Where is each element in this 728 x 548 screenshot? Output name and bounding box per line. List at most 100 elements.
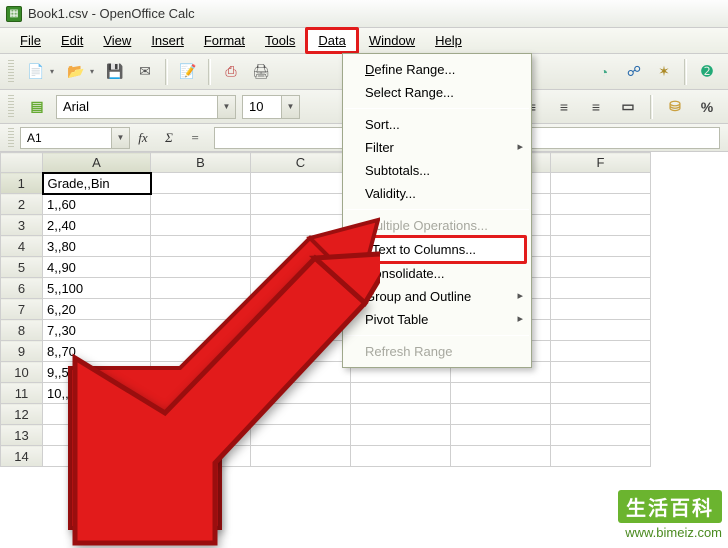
menu-view[interactable]: View <box>93 30 141 51</box>
cell[interactable] <box>551 362 651 383</box>
column-header-A[interactable]: A <box>43 153 151 173</box>
cell[interactable] <box>43 446 151 467</box>
cell[interactable] <box>151 194 251 215</box>
name-box[interactable]: A1 ▼ <box>20 127 130 149</box>
cell[interactable] <box>251 299 351 320</box>
function-button[interactable]: = <box>182 127 208 149</box>
cell[interactable] <box>551 446 651 467</box>
row-header[interactable]: 11 <box>1 383 43 404</box>
cell[interactable] <box>43 425 151 446</box>
menu-data[interactable]: Data <box>305 27 358 54</box>
cell[interactable] <box>251 446 351 467</box>
help-button[interactable]: ➋ <box>694 59 720 85</box>
cell[interactable] <box>551 404 651 425</box>
cell[interactable]: 10,,10 <box>43 383 151 404</box>
cell[interactable] <box>351 425 451 446</box>
styles-button[interactable]: ▤ <box>24 94 50 120</box>
edit-doc-button[interactable]: 📝 <box>175 59 201 85</box>
cell[interactable] <box>551 383 651 404</box>
menu-tools[interactable]: Tools <box>255 30 305 51</box>
cell[interactable] <box>151 446 251 467</box>
menu-filter[interactable]: Filter <box>343 136 531 159</box>
menu-group-outline[interactable]: Group and Outline <box>343 285 531 308</box>
link-button[interactable]: ☍ <box>621 59 647 85</box>
menu-define-range[interactable]: Define Range... <box>343 58 531 81</box>
font-name-combo[interactable]: Arial ▼ <box>56 95 236 119</box>
cell[interactable] <box>451 425 551 446</box>
percent-button[interactable]: % <box>694 94 720 120</box>
font-size-combo[interactable]: 10 ▼ <box>242 95 300 119</box>
column-header-C[interactable]: C <box>251 153 351 173</box>
cell[interactable] <box>251 257 351 278</box>
cell[interactable] <box>551 425 651 446</box>
cell[interactable]: 7,,30 <box>43 320 151 341</box>
cell[interactable] <box>351 383 451 404</box>
cell[interactable] <box>451 446 551 467</box>
select-all-corner[interactable] <box>1 153 43 173</box>
cell[interactable] <box>251 425 351 446</box>
cell[interactable] <box>151 299 251 320</box>
row-header[interactable]: 14 <box>1 446 43 467</box>
menu-validity[interactable]: Validity... <box>343 182 531 205</box>
sum-button[interactable]: Σ <box>156 127 182 149</box>
cell[interactable] <box>151 278 251 299</box>
row-header[interactable]: 10 <box>1 362 43 383</box>
cell[interactable] <box>43 404 151 425</box>
chart-button[interactable]: ◔ <box>591 59 617 85</box>
dropdown-icon[interactable]: ▼ <box>111 128 129 148</box>
cell[interactable]: 2,,40 <box>43 215 151 236</box>
menu-select-range[interactable]: Select Range... <box>343 81 531 104</box>
cell[interactable]: 9,,50 <box>43 362 151 383</box>
menu-sort[interactable]: Sort... <box>343 113 531 136</box>
cell[interactable]: 5,,100 <box>43 278 151 299</box>
toolbar-handle[interactable] <box>8 128 14 148</box>
cell[interactable] <box>251 320 351 341</box>
align-justify-button[interactable]: ≡ <box>583 94 609 120</box>
toolbar-handle[interactable] <box>8 95 14 119</box>
menu-consolidate[interactable]: Consolidate... <box>343 262 531 285</box>
cell[interactable] <box>151 215 251 236</box>
cell[interactable]: 4,,90 <box>43 257 151 278</box>
row-header[interactable]: 3 <box>1 215 43 236</box>
toolbar-handle[interactable] <box>8 60 14 84</box>
row-header[interactable]: 2 <box>1 194 43 215</box>
function-wizard-button[interactable]: fx <box>130 127 156 149</box>
cell[interactable] <box>151 404 251 425</box>
cell[interactable]: 8,,70 <box>43 341 151 362</box>
cell[interactable] <box>151 320 251 341</box>
cell[interactable] <box>251 383 351 404</box>
cell[interactable] <box>451 383 551 404</box>
cell[interactable] <box>551 215 651 236</box>
row-header[interactable]: 9 <box>1 341 43 362</box>
cell[interactable] <box>551 278 651 299</box>
cell[interactable] <box>151 383 251 404</box>
row-header[interactable]: 5 <box>1 257 43 278</box>
cell[interactable] <box>551 341 651 362</box>
cell[interactable] <box>351 404 451 425</box>
row-header[interactable]: 13 <box>1 425 43 446</box>
row-header[interactable]: 4 <box>1 236 43 257</box>
cell[interactable]: 6,,20 <box>43 299 151 320</box>
print-button[interactable]: 🖨 <box>248 59 274 85</box>
cell[interactable] <box>551 173 651 194</box>
cell[interactable] <box>151 341 251 362</box>
cell[interactable] <box>551 236 651 257</box>
email-button[interactable]: ✉ <box>132 59 158 85</box>
row-header[interactable]: 6 <box>1 278 43 299</box>
menu-text-to-columns[interactable]: Text to Columns... <box>350 238 524 261</box>
menu-insert[interactable]: Insert <box>141 30 194 51</box>
menu-edit[interactable]: Edit <box>51 30 93 51</box>
cell-A1[interactable]: Grade,,Bin <box>43 173 151 194</box>
menu-file[interactable]: File <box>10 30 51 51</box>
cell[interactable] <box>251 362 351 383</box>
row-header[interactable]: 12 <box>1 404 43 425</box>
cell[interactable]: 1,,60 <box>43 194 151 215</box>
cell[interactable] <box>251 404 351 425</box>
cell[interactable] <box>251 236 351 257</box>
cell[interactable]: 3,,80 <box>43 236 151 257</box>
cell[interactable] <box>551 194 651 215</box>
menu-window[interactable]: Window <box>359 30 425 51</box>
cell[interactable] <box>151 257 251 278</box>
menu-help[interactable]: Help <box>425 30 472 51</box>
cell[interactable] <box>251 173 351 194</box>
